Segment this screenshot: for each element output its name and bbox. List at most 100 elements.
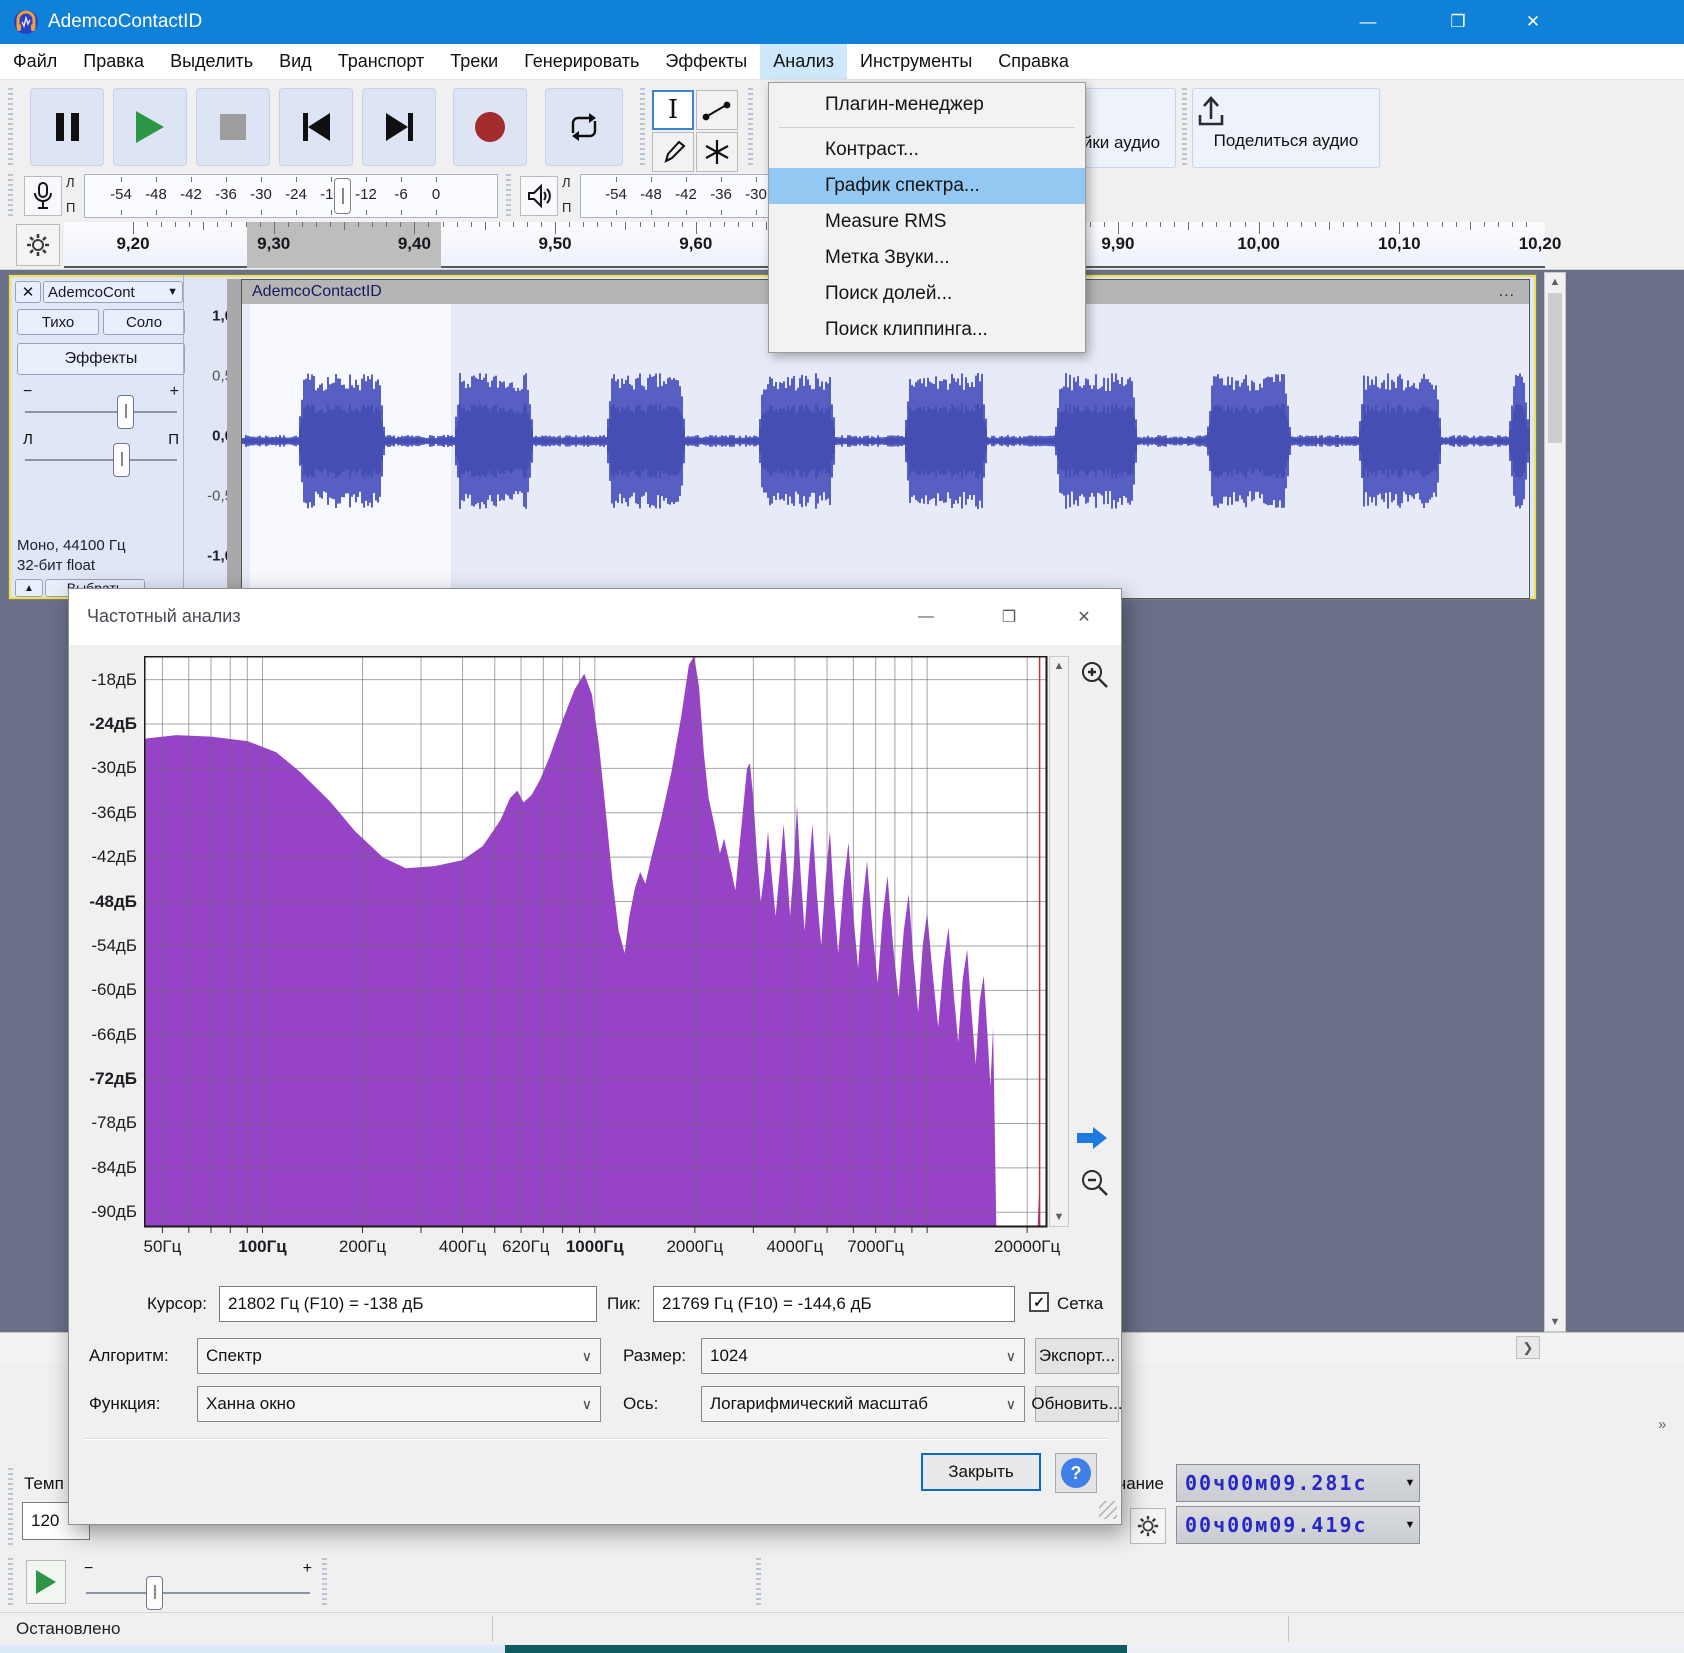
timeline-options-button[interactable] [16, 224, 60, 266]
toolbar-grip[interactable] [8, 88, 13, 168]
scroll-right-icon[interactable]: ❯ [1516, 1336, 1540, 1359]
play-at-speed-button[interactable] [26, 1560, 66, 1604]
skip-to-end-button[interactable] [362, 88, 436, 166]
track-gain-slider[interactable]: − + [17, 383, 185, 429]
chevron-down-icon[interactable]: ▼ [1401, 1477, 1419, 1489]
menubar-item-правка[interactable]: Правка [70, 44, 157, 79]
toolbar-grip[interactable] [8, 174, 13, 218]
dialog-title-bar[interactable]: Частотный анализ — ❒ ✕ [69, 589, 1121, 645]
record-meter[interactable]: -54-48-42-36-30-24-18-12-60 [84, 174, 498, 218]
close-button[interactable]: ✕ [1516, 8, 1550, 36]
menu-item[interactable]: Поиск клиппинга... [769, 312, 1085, 348]
scroll-down-icon[interactable]: ▼ [1545, 1313, 1565, 1331]
toolbar-overflow-icon[interactable]: » [1658, 1416, 1666, 1433]
toolbar-grip[interactable] [640, 88, 645, 168]
help-button[interactable]: ? [1055, 1453, 1097, 1493]
skip-to-start-button[interactable] [279, 88, 353, 166]
selection-settings-button[interactable] [1130, 1508, 1166, 1544]
dialog-close-action-button[interactable]: Закрыть [921, 1453, 1041, 1491]
track-pan-slider[interactable]: Л П [17, 431, 185, 477]
playback-meter-button[interactable] [520, 176, 558, 216]
dialog-close-button[interactable]: ✕ [1068, 603, 1100, 631]
track-effects-button[interactable]: Эффекты [17, 343, 185, 375]
clip-menu-icon[interactable]: ... [1499, 283, 1515, 301]
record-meter-button[interactable] [24, 176, 62, 216]
axis-select[interactable]: Логарифмический масштаб∨ [701, 1386, 1025, 1422]
stop-button[interactable] [196, 88, 270, 166]
peak-value-field[interactable]: 21769 Гц (F10) = -144,6 дБ [653, 1286, 1015, 1322]
record-button[interactable] [453, 88, 527, 166]
track-mute-button[interactable]: Тихо [17, 309, 99, 335]
menu-item[interactable]: График спектра... [769, 168, 1085, 204]
refresh-button[interactable]: Обновить... [1035, 1386, 1119, 1422]
grid-checkbox[interactable]: ✓ [1029, 1292, 1049, 1312]
skip-start-icon [303, 113, 330, 141]
vertical-scrollbar[interactable]: ▲ ▼ [1544, 272, 1566, 1332]
speed-slider-thumb[interactable] [146, 1576, 163, 1610]
plot-scrollbar[interactable]: ▲ ▼ [1049, 656, 1069, 1227]
cursor-value-field[interactable]: 21802 Гц (F10) = -138 дБ [219, 1286, 597, 1322]
gain-slider-thumb[interactable] [117, 395, 134, 429]
ruler-tick [738, 222, 739, 227]
menu-item[interactable]: Measure RMS [769, 204, 1085, 240]
spectrum-plot[interactable] [144, 656, 1049, 1236]
menu-item[interactable]: Метка Звуки... [769, 240, 1085, 276]
toolbar-grip[interactable] [322, 1558, 327, 1606]
scroll-down-icon[interactable]: ▼ [1050, 1208, 1068, 1226]
menubar-item-генерировать[interactable]: Генерировать [511, 44, 652, 79]
vertical-scrollbar-thumb[interactable] [1548, 293, 1562, 443]
play-button[interactable] [113, 88, 187, 166]
pan-right-arrow-icon[interactable] [1077, 1127, 1111, 1149]
toolbar-grip[interactable] [8, 1468, 13, 1548]
chevron-down-icon[interactable]: ▼ [1401, 1519, 1419, 1531]
menubar-item-инструменты[interactable]: Инструменты [847, 44, 985, 79]
scroll-up-icon[interactable]: ▲ [1050, 657, 1068, 675]
dialog-resize-grip[interactable] [1099, 1501, 1117, 1519]
track-close-button[interactable]: ✕ [15, 281, 41, 303]
time-display-end[interactable]: 00ч00м09.419с ▼ [1176, 1506, 1420, 1544]
scroll-up-icon[interactable]: ▲ [1545, 273, 1565, 291]
dialog-minimize-button[interactable]: — [910, 603, 942, 631]
envelope-tool-button[interactable] [696, 90, 738, 130]
menubar-item-вид[interactable]: Вид [266, 44, 325, 79]
menubar-item-анализ[interactable]: Анализ [760, 44, 847, 79]
meter-tick [756, 177, 757, 182]
dialog-maximize-button[interactable]: ❒ [993, 603, 1025, 631]
zoom-in-icon[interactable] [1079, 659, 1111, 691]
selection-tool-button[interactable]: I [652, 90, 694, 130]
menubar-item-выделить[interactable]: Выделить [157, 44, 266, 79]
menu-item[interactable]: Поиск долей... [769, 276, 1085, 312]
playback-speed-slider[interactable]: − + [80, 1558, 316, 1606]
time-display-start[interactable]: 00ч00м09.281с ▼ [1176, 1464, 1420, 1502]
menu-item[interactable]: Контраст... [769, 132, 1085, 168]
pan-slider-thumb[interactable] [113, 443, 130, 477]
toolbar-grip[interactable] [8, 1558, 13, 1606]
export-button[interactable]: Экспорт... [1035, 1338, 1119, 1374]
menubar-item-эффекты[interactable]: Эффекты [652, 44, 760, 79]
track-name-menu[interactable]: AdemcoCont▼ [43, 281, 183, 303]
zoom-out-icon[interactable] [1079, 1167, 1111, 1199]
menubar-item-справка[interactable]: Справка [985, 44, 1082, 79]
track-solo-button[interactable]: Соло [103, 309, 185, 335]
maximize-button[interactable]: ❒ [1441, 8, 1475, 36]
multi-tool-button[interactable] [696, 132, 738, 172]
menu-item[interactable]: Плагин-менеджер [769, 87, 1085, 123]
toolbar-grip[interactable] [506, 174, 511, 218]
toolbar-grip[interactable] [748, 88, 753, 168]
loop-button[interactable] [545, 88, 623, 166]
share-audio-button[interactable]: Поделиться аудио [1192, 88, 1380, 168]
draw-tool-button[interactable] [652, 132, 694, 172]
toolbar-grip[interactable] [756, 1558, 761, 1606]
menubar-item-транспорт[interactable]: Транспорт [325, 44, 438, 79]
algorithm-select[interactable]: Спектр∨ [197, 1338, 601, 1374]
toolbar-grip[interactable] [1182, 88, 1187, 168]
record-meter-slider-thumb[interactable] [334, 178, 351, 214]
track-collapse-button[interactable]: ▲ [15, 579, 43, 597]
menubar-item-треки[interactable]: Треки [437, 44, 511, 79]
pause-button[interactable] [30, 88, 104, 166]
function-select[interactable]: Ханна окно∨ [197, 1386, 601, 1422]
menubar-item-файл[interactable]: Файл [0, 44, 70, 79]
ruler-time-label: 10,00 [1237, 234, 1280, 254]
minimize-button[interactable]: — [1351, 8, 1385, 36]
size-select[interactable]: 1024∨ [701, 1338, 1025, 1374]
